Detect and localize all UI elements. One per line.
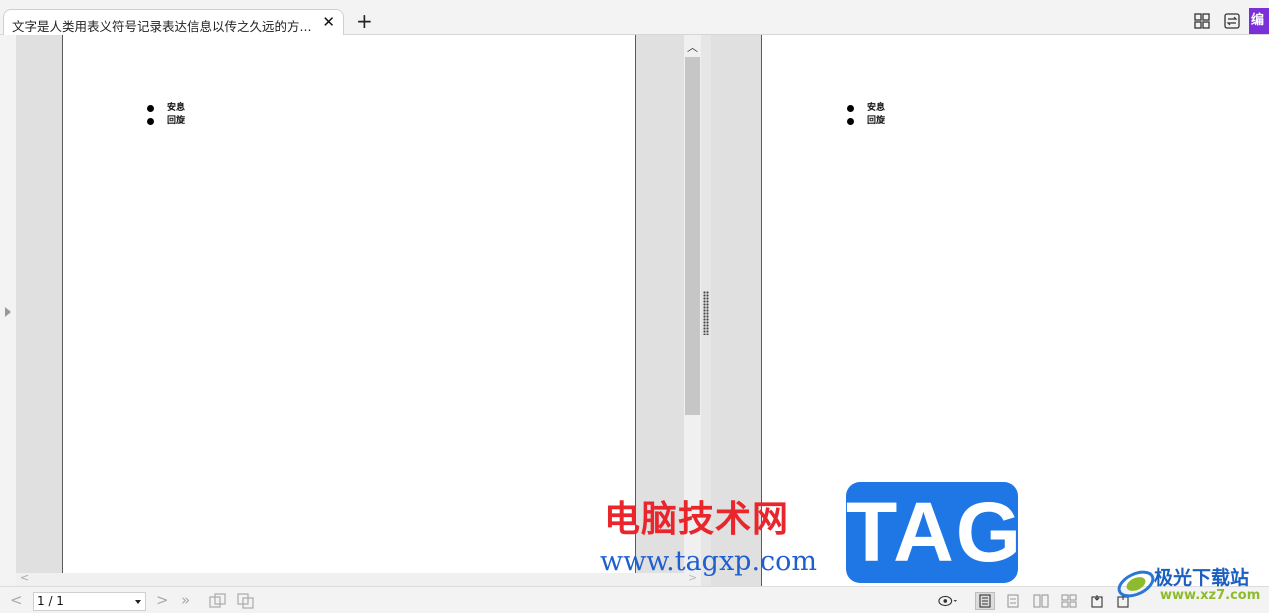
list-item: 安息 (847, 102, 885, 115)
convert-icon[interactable] (1219, 8, 1245, 34)
fit-page-icon[interactable] (1113, 592, 1133, 610)
list-item-text: 安息 (167, 103, 186, 113)
bullet-list: 安息 回旋 (147, 102, 185, 128)
tab-bar: 文字是人类用表义符号记录表达信息以传之久远的方... ✕ + 编 (0, 0, 1269, 36)
plus-icon[interactable]: + (356, 9, 373, 33)
fit-width-icon[interactable] (1087, 592, 1107, 610)
eye-icon[interactable] (938, 592, 958, 610)
list-item: 回旋 (147, 115, 185, 128)
chevron-left-icon[interactable]: < (20, 571, 29, 584)
toolbar-right: 编 (1189, 8, 1269, 34)
document-pane-left: 安息 回旋 (16, 35, 684, 573)
single-page-view-icon[interactable] (975, 592, 995, 610)
rotate-page-icon[interactable] (208, 592, 228, 610)
chevron-left-icon[interactable]: < (10, 591, 23, 609)
expand-sidebar-icon[interactable] (5, 307, 11, 317)
edit-button[interactable]: 编 (1249, 8, 1269, 34)
chevron-right-icon[interactable]: > (688, 571, 697, 584)
horizontal-scrollbar[interactable]: < > (16, 571, 701, 586)
bullet-icon (847, 105, 854, 112)
continuous-view-icon[interactable] (1003, 592, 1023, 610)
close-icon[interactable]: ✕ (322, 13, 335, 31)
bullet-icon (147, 105, 154, 112)
two-page-view-icon[interactable] (1031, 592, 1051, 610)
pdf-reader-window: 文字是人类用表义符号记录表达信息以传之久远的方... ✕ + 编 安息 回旋 ︿… (0, 0, 1269, 613)
list-item: 回旋 (847, 115, 885, 128)
pane-splitter[interactable] (701, 35, 711, 586)
list-item-text: 回旋 (167, 116, 186, 126)
grid-icon[interactable] (1189, 8, 1215, 34)
bullet-list: 安息 回旋 (847, 102, 885, 128)
bullet-icon (147, 118, 154, 125)
page-indicator: 1 / 1 (37, 594, 64, 608)
vertical-scrollbar[interactable]: ︿ (684, 35, 701, 573)
bullet-icon (847, 118, 854, 125)
sidebar-collapse-strip (0, 35, 16, 586)
chevron-up-icon[interactable]: ︿ (687, 39, 698, 55)
two-page-continuous-icon[interactable] (1059, 592, 1079, 610)
scrollbar-thumb[interactable] (685, 57, 700, 415)
tab-title: 文字是人类用表义符号记录表达信息以传之久远的方... (12, 19, 312, 34)
status-bar: < 1 / 1 > » (0, 586, 1269, 613)
page-number-select[interactable]: 1 / 1 (33, 592, 146, 611)
document-pane-right: 安息 回旋 (711, 35, 1269, 586)
document-tab[interactable]: 文字是人类用表义符号记录表达信息以传之久远的方... ✕ (3, 9, 344, 36)
list-item-text: 回旋 (867, 116, 886, 126)
document-page: 安息 回旋 (62, 35, 636, 573)
double-chevron-right-icon[interactable]: » (181, 591, 190, 609)
list-item: 安息 (147, 102, 185, 115)
extract-page-icon[interactable] (236, 592, 256, 610)
chevron-down-icon (135, 600, 141, 604)
drag-handle-icon[interactable] (703, 291, 709, 335)
chevron-right-icon[interactable]: > (156, 591, 169, 609)
document-page: 安息 回旋 (761, 35, 1269, 586)
list-item-text: 安息 (867, 103, 886, 113)
